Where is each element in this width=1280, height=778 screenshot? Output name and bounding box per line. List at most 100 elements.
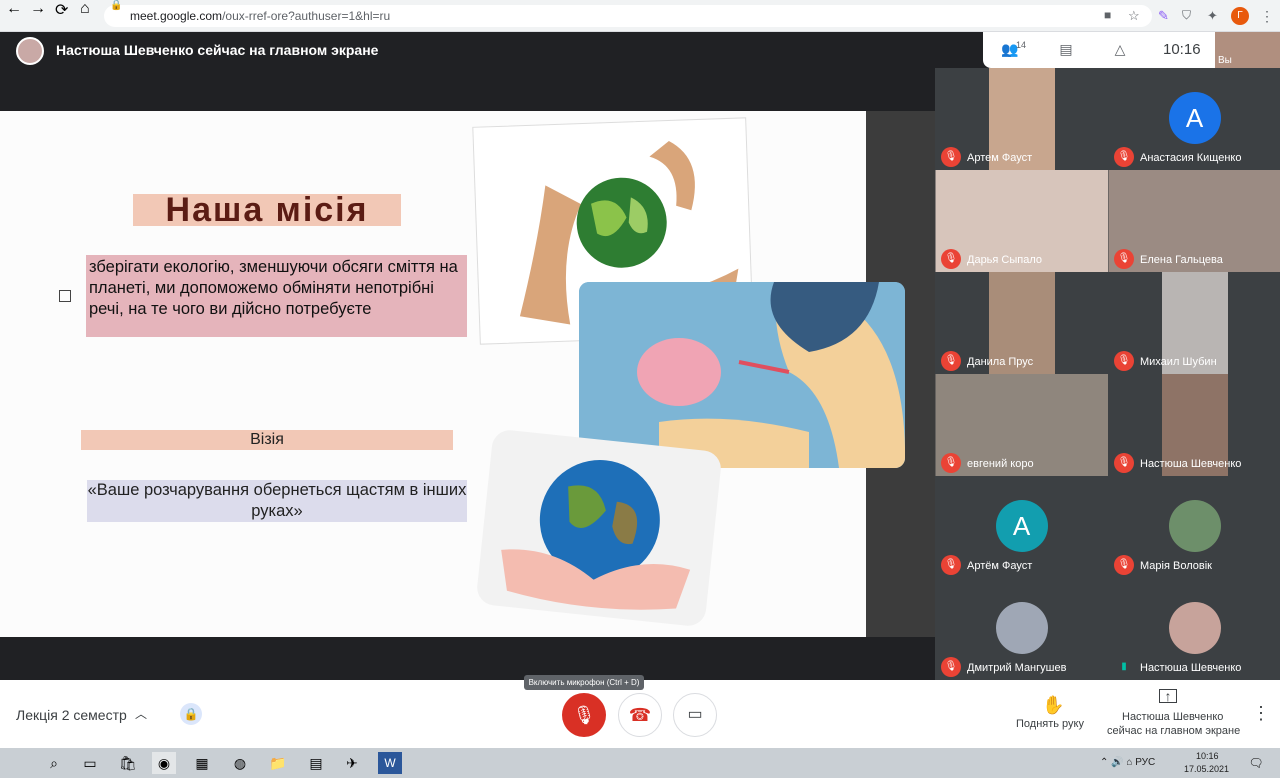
calculator-icon[interactable]: ▦ [190,752,214,774]
mic-muted-icon: 🎙 [941,453,961,473]
back-icon[interactable]: ← [6,0,22,18]
participant-name: Настюша Шевченко [1140,662,1242,674]
meeting-name[interactable]: Лекція 2 семестр [16,707,127,723]
scanner-icon[interactable]: ▤ [304,752,328,774]
presenting-label-line2[interactable]: сейчас на главном экране [1107,725,1240,737]
mic-muted-icon: 🎙 [941,555,961,575]
participant-name: Артём Фауст [967,560,1033,572]
star-icon[interactable]: ☆ [1128,8,1144,24]
participant-avatar [1168,602,1221,654]
folder-icon[interactable]: 📁 [266,752,290,774]
chrome-icon[interactable]: ◉ [152,752,176,774]
self-label: Вы [1218,55,1232,66]
presenting-label-line1[interactable]: Настюша Шевченко [1122,711,1223,723]
puzzle-icon[interactable]: ✦ [1207,8,1223,24]
system-tray[interactable]: ⌃ 🔊 ⌂ РУС [1100,757,1155,768]
participants-count: 14 [1016,40,1027,50]
home-icon[interactable]: ⌂ [80,0,90,18]
task-view-icon[interactable]: ▭ [78,752,102,774]
participant-tile[interactable]: А 🎙 Артём Фауст [935,476,1108,578]
raise-hand-icon[interactable]: ✋ [1042,695,1064,716]
participant-avatar [1168,500,1221,552]
taskbar-time[interactable]: 10:16 [1196,751,1219,761]
search-icon[interactable]: ⌕ [42,752,66,774]
keyboard-language[interactable]: РУС [1135,757,1155,768]
participant-name: Дмитрий Мангушев [967,662,1067,674]
phone-hangup-icon: ☎ [628,705,652,725]
participant-tile[interactable]: 🎙 Дарья Сыпало [935,170,1108,272]
participant-name: Дарья Сыпало [967,254,1043,266]
mic-muted-icon: 🎙 [941,657,961,677]
brain-illustration-image [579,282,905,468]
participant-avatar: А [1168,92,1221,144]
participant-tile[interactable]: А 🎙 Анастасия Кищенко [1108,68,1280,170]
mic-tooltip: Включить микрофон (Ctrl + D) [524,675,644,690]
participant-name: Анастасия Кищенко [1140,152,1242,164]
participant-tile[interactable]: 🎙 Марія Воловік [1108,476,1280,578]
mic-muted-icon: 🎙 [941,147,961,167]
speaking-indicator-icon: ▮ [1121,661,1127,672]
chevron-up-icon[interactable]: ︿ [135,705,147,722]
participant-tile[interactable]: 🎙 Елена Гальцева [1108,170,1280,272]
raise-hand-label[interactable]: Поднять руку [1016,718,1084,730]
participant-tile[interactable]: 🎙 Настюша Шевченко [1108,374,1280,476]
url-path: /oux-rref-ore?authuser=1&hl=ru [222,9,391,23]
lock-icon[interactable]: 🔒 [110,0,122,11]
bullet-marker [59,290,71,302]
menu-dots-icon[interactable]: ⋮ [1260,8,1276,24]
hang-up-button[interactable]: ☎ [618,693,662,737]
reload-icon[interactable]: ⟳ [55,0,68,20]
participant-name: Данила Прус [967,356,1034,368]
presenter-avatar [16,37,44,65]
vision-heading: Візія [81,430,453,450]
mission-text: зберігати екологію, зменшуючи обсяги смі… [86,255,467,337]
mic-muted-icon: 🎙 [1114,351,1134,371]
mic-muted-icon: 🎙 [1114,555,1134,575]
shield-extension-icon[interactable]: ⛉ [1182,8,1198,24]
video-camera-icon: ▭ [687,706,703,723]
url-text[interactable]: meet.google.com/oux-rref-ore?authuser=1&… [130,9,390,23]
camera-toggle-button[interactable]: ▭ [673,693,717,737]
chat-icon[interactable]: ▤ [1056,41,1076,59]
apple-start-icon[interactable] [6,752,30,774]
more-options-icon[interactable]: ⋮ [1252,703,1270,724]
forward-icon[interactable]: → [30,0,46,18]
telegram-icon[interactable]: ✈ [340,752,364,774]
pen-extension-icon[interactable]: ✎ [1158,8,1174,24]
participant-tile[interactable]: 🎙 Артем Фауст [935,68,1108,170]
vision-text: «Ваше розчарування обернеться щастям в і… [87,480,467,522]
mic-muted-icon: 🎙 [941,351,961,371]
participant-name: Артем Фауст [967,152,1033,164]
mic-off-icon: 🎙 [572,705,596,725]
mic-toggle-button[interactable]: 🎙 [562,693,606,737]
mic-muted-icon: 🎙 [1114,147,1134,167]
participant-name: Настюша Шевченко [1140,458,1242,470]
participant-tile[interactable]: 🎙 Дмитрий Мангушев [935,578,1108,680]
participant-tile[interactable]: 🎙 Михаил Шубин [1108,272,1280,374]
word-icon[interactable]: W [378,752,402,774]
participant-name: Марія Воловік [1140,560,1212,572]
camera-indicator-icon[interactable]: ■ [1104,8,1120,24]
participant-avatar: А [995,500,1048,552]
present-now-icon[interactable]: ↑ [1159,689,1177,703]
globe-in-hands-image [475,428,723,628]
security-shield-icon[interactable]: 🔒 [180,703,202,725]
participant-avatar [995,602,1048,654]
participant-tile[interactable]: 🎙 евгений коро [935,374,1108,476]
store-icon[interactable]: 🛍 [116,752,140,774]
participant-name: Михаил Шубин [1140,356,1217,368]
url-host: meet.google.com [130,9,223,23]
participant-name: евгений коро [967,458,1034,470]
participant-name: Елена Гальцева [1140,254,1223,266]
activities-icon[interactable]: △ [1110,41,1130,59]
mic-muted-icon: 🎙 [1114,249,1134,269]
mic-muted-icon: 🎙 [1114,453,1134,473]
presenting-title: Настюша Шевченко сейчас на главном экран… [56,42,379,58]
globe-app-icon[interactable]: ◍ [228,752,252,774]
participant-tile[interactable]: ▮ Настюша Шевченко [1108,578,1280,680]
participant-tile[interactable]: 🎙 Данила Прус [935,272,1108,374]
profile-avatar[interactable]: Г [1231,7,1249,25]
taskbar-date[interactable]: 17.05.2021 [1184,764,1229,774]
notifications-icon[interactable]: 🗨 [1244,752,1268,774]
self-view-thumbnail[interactable]: Вы [1215,32,1280,68]
